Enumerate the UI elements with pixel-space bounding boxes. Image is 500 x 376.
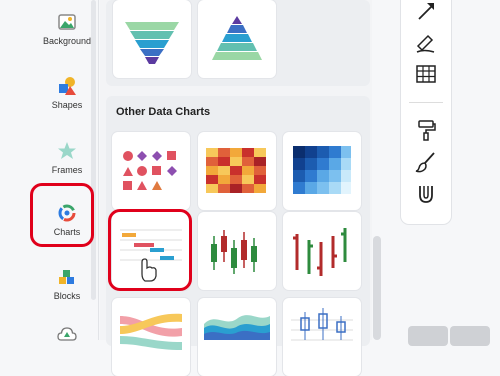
sankey-chart-tile[interactable]: [112, 298, 190, 376]
sidebar-item-more[interactable]: [38, 324, 96, 348]
funnel-chart-tile[interactable]: [113, 0, 191, 78]
bottom-button-right[interactable]: [450, 326, 490, 346]
dot-matrix-chart-icon: [123, 151, 177, 190]
cloud-icon: [57, 327, 77, 341]
sidebar-item-label: Background: [42, 36, 92, 46]
sidebar-item-label: Blocks: [53, 291, 81, 301]
drawing-toolbar: [401, 0, 451, 224]
box-plot-chart-tile[interactable]: [283, 298, 361, 376]
ohlc-chart-tile[interactable]: [283, 212, 361, 290]
sidebar-scrollbar[interactable]: [91, 0, 96, 300]
shapes-icon: [59, 77, 76, 95]
arrow-line-icon[interactable]: [414, 0, 438, 24]
candlestick-chart-icon: [211, 230, 257, 274]
dot-matrix-chart-tile[interactable]: [112, 132, 190, 210]
bottom-button-left[interactable]: [408, 326, 448, 346]
blue-heatmap-chart-tile[interactable]: [283, 132, 361, 210]
left-sidebar: Background Shapes Frames Charts Blocks: [0, 0, 99, 341]
sidebar-item-frames[interactable]: Frames: [38, 141, 96, 175]
pyramid-chart-tile[interactable]: [198, 0, 276, 78]
draw-pen-icon[interactable]: [414, 30, 438, 54]
magnet-icon[interactable]: [414, 182, 438, 206]
paint-roller-icon[interactable]: [414, 118, 438, 142]
sankey-chart-icon: [120, 313, 182, 350]
box-plot-chart-icon: [291, 308, 353, 341]
gantt-highlight-box: [108, 209, 192, 291]
blue-heatmap-chart-icon: [293, 146, 351, 194]
funnel-chart-icon: [125, 22, 179, 64]
streamgraph-chart-tile[interactable]: [198, 298, 276, 376]
sidebar-item-blocks[interactable]: Blocks: [38, 267, 96, 301]
section-title: Other Data Charts: [116, 106, 211, 118]
charts-highlight-box: [30, 183, 94, 247]
pyramid-chart-icon: [212, 16, 262, 60]
streamgraph-chart-icon: [204, 315, 270, 340]
star-frame-icon: [58, 142, 76, 159]
brush-icon[interactable]: [414, 150, 438, 174]
panel-scrollbar[interactable]: [373, 236, 381, 340]
sidebar-item-label: Shapes: [51, 100, 83, 110]
sidebar-item-background[interactable]: Background: [38, 12, 96, 46]
heatmap-chart-tile[interactable]: [198, 132, 276, 210]
table-icon[interactable]: [414, 62, 438, 86]
image-icon: [58, 14, 76, 30]
heatmap-chart-icon: [206, 148, 266, 193]
blocks-icon: [59, 270, 74, 284]
sidebar-item-label: Frames: [51, 165, 83, 175]
toolbar-divider: [409, 102, 443, 103]
ohlc-chart-icon: [293, 228, 347, 276]
sidebar-item-shapes[interactable]: Shapes: [38, 76, 96, 110]
candlestick-chart-tile[interactable]: [198, 212, 276, 290]
